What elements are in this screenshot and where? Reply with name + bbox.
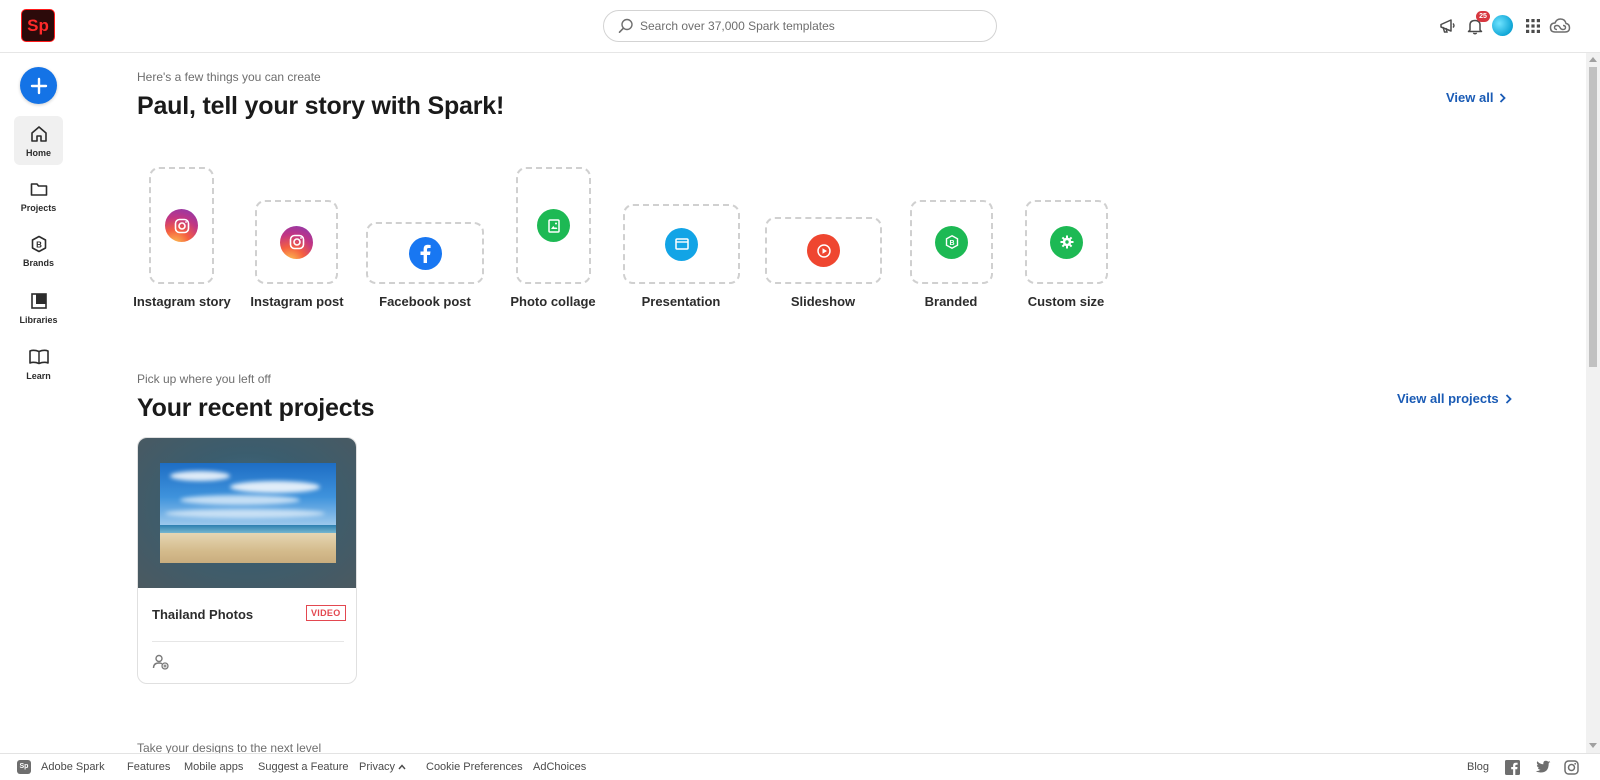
gear-icon: [1050, 225, 1083, 259]
scroll-down-arrow[interactable]: [1589, 743, 1597, 748]
footer-link-mobile-apps[interactable]: Mobile apps: [184, 761, 243, 773]
search-icon: [616, 16, 636, 36]
view-all-label: View all: [1446, 90, 1494, 105]
sidebar-item-home[interactable]: Home: [14, 116, 63, 165]
sidebar-item-label: Home: [25, 147, 51, 158]
instagram-icon[interactable]: [1564, 760, 1579, 775]
beach-photo: [160, 463, 336, 563]
creative-cloud-icon[interactable]: [1548, 14, 1572, 38]
privacy-label: Privacy: [359, 761, 396, 773]
svg-text:B: B: [949, 240, 954, 247]
footer-link-blog[interactable]: Blog: [1467, 761, 1489, 773]
sidebar-item-projects[interactable]: Projects: [14, 171, 63, 220]
chevron-right-icon: [1505, 393, 1512, 404]
book-icon: [28, 349, 49, 364]
share-user-icon[interactable]: [152, 653, 170, 671]
page-title: Paul, tell your story with Spark!: [137, 92, 505, 120]
brand-icon: B: [31, 235, 46, 252]
scroll-thumb[interactable]: [1589, 67, 1597, 367]
photo-collage-icon: [537, 209, 570, 242]
view-all-projects-label: View all projects: [1397, 391, 1499, 406]
tile-custom-size[interactable]: [1025, 200, 1108, 284]
chevron-up-icon: [398, 764, 406, 770]
tile-instagram-story[interactable]: [149, 167, 214, 284]
sidebar-item-learn[interactable]: Learn: [14, 339, 63, 388]
avatar[interactable]: [1492, 15, 1513, 36]
tile-label[interactable]: Instagram story: [133, 294, 231, 309]
footer-spark-logo: Sp: [17, 760, 31, 774]
project-card[interactable]: Thailand Photos VIDEO: [137, 437, 357, 684]
sidebar-item-libraries[interactable]: Libraries: [14, 283, 63, 332]
tile-presentation[interactable]: [623, 204, 740, 284]
tile-label[interactable]: Photo collage: [510, 294, 595, 309]
left-rail: Home Projects B Brands Libraries Learn: [0, 53, 76, 753]
view-all-link[interactable]: View all: [1446, 90, 1507, 105]
presentation-icon: [665, 227, 698, 261]
sidebar-item-label: Brands: [22, 257, 54, 268]
project-type-badge: VIDEO: [306, 605, 346, 621]
create-eyebrow: Here's a few things you can create: [137, 70, 321, 84]
project-title: Thailand Photos: [152, 607, 254, 622]
tile-label[interactable]: Facebook post: [379, 294, 471, 309]
spark-logo[interactable]: Sp: [21, 9, 55, 42]
sidebar-item-brands[interactable]: B Brands: [14, 226, 63, 275]
svg-text:B: B: [36, 240, 42, 249]
tile-slideshow[interactable]: [765, 217, 882, 284]
tile-label[interactable]: Instagram post: [250, 294, 343, 309]
scrollbar[interactable]: [1586, 53, 1600, 753]
top-bar: Sp 25: [0, 0, 1600, 53]
notification-badge: 25: [1476, 11, 1490, 22]
footer-link-features[interactable]: Features: [127, 761, 170, 773]
slideshow-icon: [807, 234, 840, 267]
tile-facebook-post[interactable]: [366, 222, 484, 284]
bell-icon[interactable]: 25: [1463, 11, 1490, 38]
project-thumbnail: [138, 438, 356, 588]
scroll-up-arrow[interactable]: [1589, 57, 1597, 62]
tile-label[interactable]: Branded: [925, 294, 978, 309]
sidebar-item-label: Learn: [26, 370, 51, 381]
tile-label[interactable]: Presentation: [642, 294, 721, 309]
recent-projects-title: Your recent projects: [137, 394, 375, 422]
view-all-projects-link[interactable]: View all projects: [1397, 391, 1512, 406]
folder-icon: [30, 182, 47, 196]
libraries-icon: [30, 292, 47, 309]
tile-instagram-post[interactable]: [255, 200, 338, 284]
tile-photo-collage[interactable]: [516, 167, 591, 284]
apps-grid-icon[interactable]: [1521, 14, 1545, 38]
twitter-icon[interactable]: [1535, 760, 1551, 775]
create-button[interactable]: [20, 67, 57, 104]
footer-link-suggest-feature[interactable]: Suggest a Feature: [258, 761, 349, 773]
sidebar-item-label: Projects: [20, 202, 57, 213]
footer-brand[interactable]: Adobe Spark: [41, 761, 105, 773]
footer: Sp Adobe Spark Features Mobile apps Sugg…: [0, 753, 1600, 780]
plus-icon: [30, 77, 47, 94]
tile-label[interactable]: Slideshow: [791, 294, 855, 309]
facebook-icon[interactable]: [1505, 760, 1520, 775]
home-icon: [30, 125, 47, 142]
instagram-icon: [280, 225, 313, 259]
tile-branded[interactable]: B: [910, 200, 993, 284]
chevron-right-icon: [1500, 92, 1507, 103]
card-divider: [152, 641, 344, 642]
tile-label[interactable]: Custom size: [1028, 294, 1105, 309]
search-input[interactable]: [640, 19, 996, 33]
sidebar-item-label: Libraries: [19, 314, 58, 325]
recent-eyebrow: Pick up where you left off: [137, 372, 271, 386]
facebook-icon: [408, 236, 442, 270]
instagram-icon: [165, 209, 198, 242]
megaphone-icon[interactable]: [1436, 14, 1460, 38]
footer-link-privacy[interactable]: Privacy: [359, 761, 406, 773]
footer-link-adchoices[interactable]: AdChoices: [533, 761, 586, 773]
search-bar[interactable]: [603, 10, 997, 42]
branded-icon: B: [935, 225, 968, 259]
footer-link-cookie-preferences[interactable]: Cookie Preferences: [426, 761, 523, 773]
